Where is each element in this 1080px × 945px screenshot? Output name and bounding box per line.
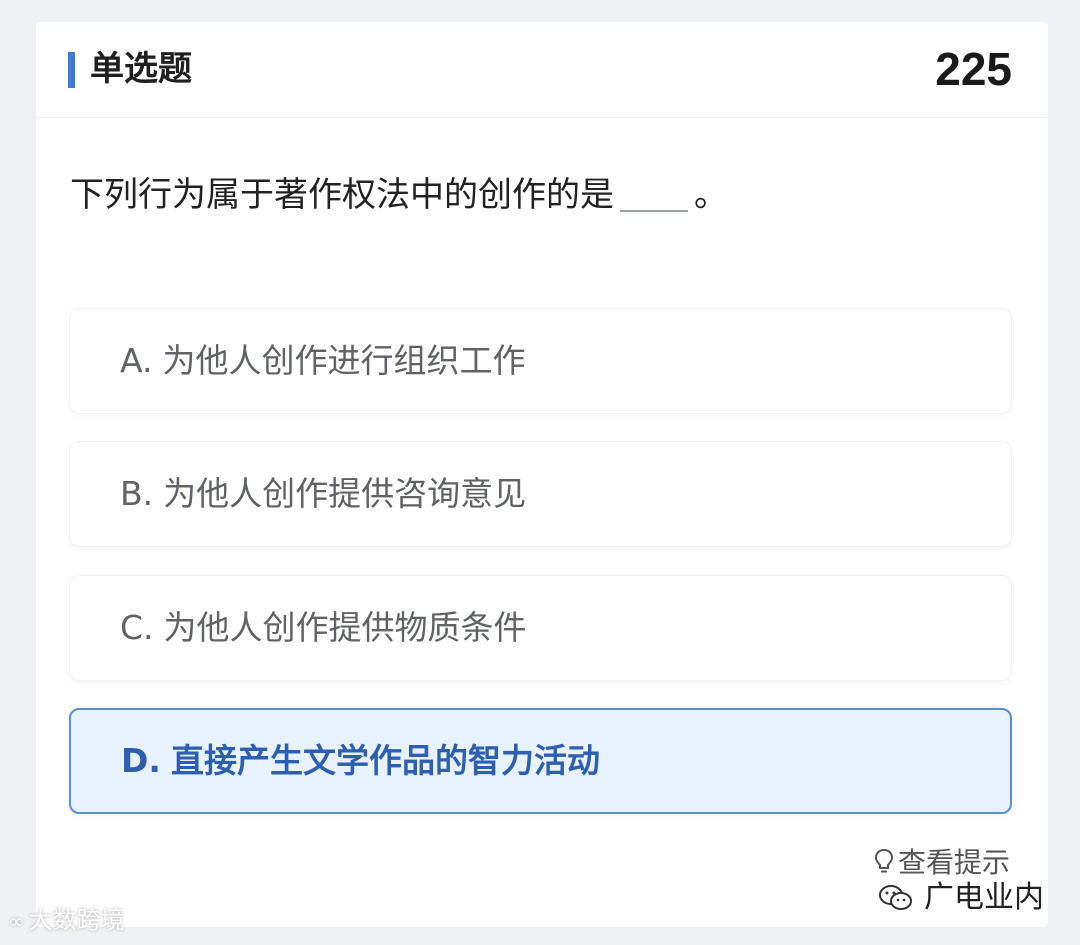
question-header: 单选题 225 (36, 22, 1048, 118)
view-hint-button[interactable]: 查看提示 (874, 844, 1010, 882)
option-letter: B. (120, 474, 154, 513)
option-d[interactable]: D. 直接产生文学作品的智力活动 (69, 708, 1012, 814)
answer-blank (620, 178, 688, 212)
question-text: 下列行为属于著作权法中的创作的是 。 (70, 172, 1010, 218)
watermark-logo-icon: ∞ (8, 909, 25, 933)
question-type-label: 单选题 (90, 49, 192, 89)
watermark-right-text: 广电业内 (924, 880, 1044, 915)
option-text: 为他人创作提供物质条件 (163, 608, 527, 647)
option-letter: A. (120, 341, 153, 380)
question-end: 。 (694, 175, 728, 215)
option-text: 为他人创作进行组织工作 (162, 341, 526, 380)
option-text: 直接产生文学作品的智力活动 (170, 741, 600, 780)
question-stem: 下列行为属于著作权法中的创作的是 (70, 175, 614, 215)
option-letter: D. (121, 741, 161, 780)
option-c[interactable]: C. 为他人创作提供物质条件 (69, 575, 1012, 681)
question-card: 单选题 225 下列行为属于著作权法中的创作的是。 A. 为他人创作进行组织工作 … (36, 22, 1048, 927)
accent-bar (68, 52, 75, 88)
option-letter: C. (120, 608, 154, 647)
question-number: 225 (935, 43, 1012, 95)
watermark-left: ∞ 大数跨境 (8, 904, 125, 937)
option-b[interactable]: B. 为他人创作提供咨询意见 (69, 441, 1012, 547)
watermark-left-text: 大数跨境 (28, 906, 125, 934)
watermark-right: 广电业内 (878, 878, 1044, 918)
wechat-icon (879, 885, 912, 910)
hint-label: 查看提示 (897, 846, 1010, 879)
lightbulb-icon (874, 848, 893, 873)
option-a[interactable]: A. 为他人创作进行组织工作 (69, 308, 1012, 414)
option-text: 为他人创作提供咨询意见 (163, 474, 527, 513)
